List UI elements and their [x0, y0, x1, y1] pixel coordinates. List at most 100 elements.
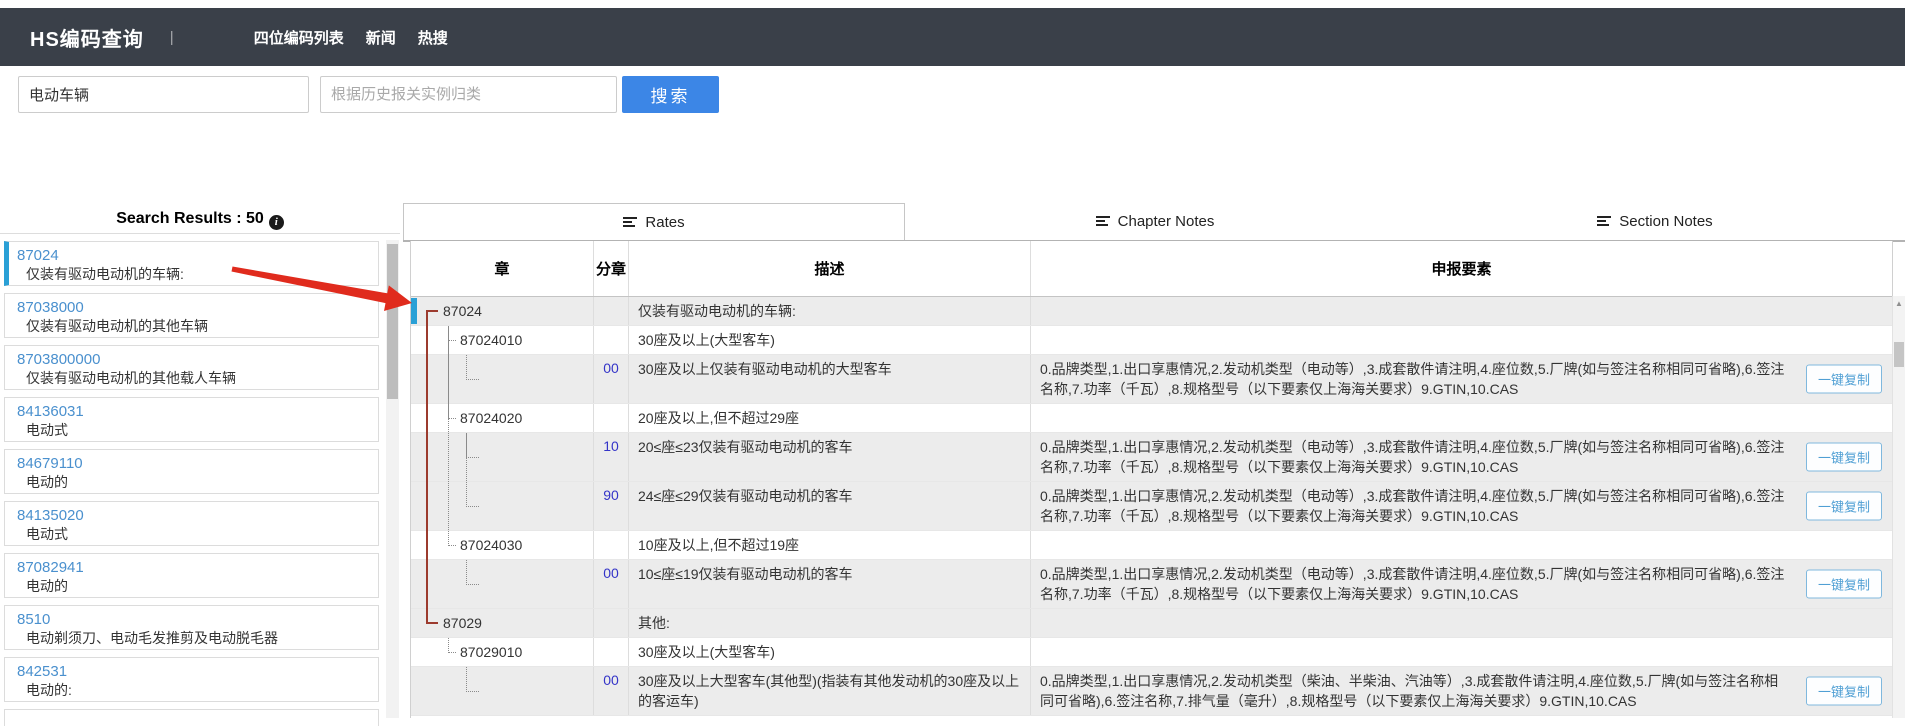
- description-cell: 30座及以上(大型客车): [629, 638, 1031, 666]
- result-code-link[interactable]: 84679110: [17, 454, 370, 473]
- result-description: 仅装有驱动电动机的车辆:: [26, 265, 370, 283]
- subchapter-code-link[interactable]: 00: [603, 360, 619, 403]
- chapter-cell: 87024030: [411, 531, 594, 559]
- nav-item-four-digit-list[interactable]: 四位编码列表: [254, 27, 344, 48]
- chapter-cell: [411, 433, 594, 481]
- description-cell: 20≤座≤23仅装有驱动电动机的客车: [629, 433, 1031, 481]
- subchapter-code-link[interactable]: 00: [603, 672, 619, 715]
- table-scrollbar[interactable]: ▲: [1892, 296, 1905, 718]
- declaration-elements-cell: [1031, 326, 1892, 354]
- scroll-up-icon[interactable]: ▲: [1893, 299, 1905, 308]
- result-code-link[interactable]: 87038000: [17, 298, 370, 317]
- description-cell: 其他:: [629, 609, 1031, 637]
- result-item[interactable]: 87024仅装有驱动电动机的车辆:: [4, 241, 379, 286]
- result-item[interactable]: 8510电动剃须刀、电动毛发推剪及电动脱毛器: [4, 605, 379, 650]
- hs-code: 87024020: [460, 410, 522, 426]
- subchapter-code-link[interactable]: 90: [603, 487, 619, 530]
- table-row[interactable]: 9024≤座≤29仅装有驱动电动机的客车0.品牌类型,1.出口享惠情况,2.发动…: [411, 482, 1892, 531]
- column-header-chapter: 章: [411, 241, 594, 296]
- result-item[interactable]: 87082941电动的: [4, 553, 379, 598]
- subchapter-cell: [594, 297, 629, 325]
- tab-rates[interactable]: Rates: [403, 203, 905, 240]
- subchapter-cell: [594, 326, 629, 354]
- keyword-search-input[interactable]: [18, 76, 309, 113]
- table-row[interactable]: 1020≤座≤23仅装有驱动电动机的客车0.品牌类型,1.出口享惠情况,2.发动…: [411, 433, 1892, 482]
- table-row[interactable]: 87029 其他:: [411, 609, 1892, 638]
- result-code-link[interactable]: 8510: [17, 610, 370, 629]
- copy-button[interactable]: 一键复制: [1806, 443, 1882, 472]
- result-item[interactable]: 84136031电动式: [4, 397, 379, 442]
- table-row[interactable]: 0030座及以上仅装有驱动电动机的大型客车0.品牌类型,1.出口享惠情况,2.发…: [411, 355, 1892, 404]
- section-notes-tab-icon: [1597, 216, 1611, 227]
- subchapter-code-link[interactable]: 10: [603, 438, 619, 481]
- rates-tab-icon: [623, 217, 637, 228]
- description-cell: 仅装有驱动电动机的车辆:: [629, 297, 1031, 325]
- table-row[interactable]: 87024010 30座及以上(大型客车): [411, 326, 1892, 355]
- declaration-elements-text: 0.品牌类型,1.出口享惠情况,2.发动机类型（电动等）,3.成套散件请注明,4…: [1040, 437, 1791, 477]
- nav-item-hot-search[interactable]: 热搜: [418, 27, 448, 48]
- copy-button[interactable]: 一键复制: [1806, 570, 1882, 599]
- tab-bar: Rates Chapter Notes Section Notes: [403, 203, 1905, 242]
- chapter-cell: 87029: [411, 609, 594, 637]
- sidebar-scrollbar-thumb[interactable]: [387, 244, 398, 399]
- tab-chapter-notes[interactable]: Chapter Notes: [905, 203, 1405, 240]
- result-item[interactable]: 84679110电动的: [4, 449, 379, 494]
- table-row[interactable]: 0030座及以上大型客车(其他型)(指装有其他发动机的30座及以上的客运车)0.…: [411, 667, 1892, 716]
- nav-item-news[interactable]: 新闻: [366, 27, 396, 48]
- table-row[interactable]: 8702403010座及以上,但不超过19座: [411, 531, 1892, 560]
- table-row[interactable]: 87024 仅装有驱动电动机的车辆:: [411, 297, 1892, 326]
- result-code-link[interactable]: 87024: [17, 246, 370, 265]
- result-item[interactable]: 8703800000仅装有驱动电动机的其他载人车辆: [4, 345, 379, 390]
- table-row[interactable]: 87029010 30座及以上(大型客车): [411, 638, 1892, 667]
- declaration-elements-cell: [1031, 404, 1892, 432]
- tree-connector-icon: [426, 622, 438, 624]
- subchapter-cell: [594, 404, 629, 432]
- result-code-link[interactable]: 8703800000: [17, 350, 370, 369]
- declaration-elements-cell: 0.品牌类型,1.出口享惠情况,2.发动机类型（电动等）,3.成套散件请注明,4…: [1031, 433, 1892, 481]
- subchapter-cell: 00: [594, 560, 629, 608]
- sidebar-scrollbar[interactable]: [386, 240, 399, 718]
- table-row[interactable]: 8702402020座及以上,但不超过29座: [411, 404, 1892, 433]
- tree-connector-icon: [448, 652, 456, 653]
- info-icon[interactable]: i: [269, 215, 284, 230]
- table-row[interactable]: 0010≤座≤19仅装有驱动电动机的客车0.品牌类型,1.出口享惠情况,2.发动…: [411, 560, 1892, 609]
- copy-button[interactable]: 一键复制: [1806, 677, 1882, 706]
- tab-label: Section Notes: [1619, 213, 1712, 230]
- subchapter-cell: 90: [594, 482, 629, 530]
- result-description: 电动的:: [26, 681, 370, 699]
- tab-label: Chapter Notes: [1118, 213, 1215, 230]
- search-button[interactable]: 搜索: [622, 76, 719, 113]
- subchapter-cell: [594, 531, 629, 559]
- description-cell: 30座及以上仅装有驱动电动机的大型客车: [629, 355, 1031, 403]
- declaration-elements-cell: [1031, 638, 1892, 666]
- tree-connector-icon: [466, 457, 479, 458]
- copy-button[interactable]: 一键复制: [1806, 365, 1882, 394]
- table-scrollbar-thumb[interactable]: [1894, 342, 1904, 367]
- result-item[interactable]: 87038000仅装有驱动电动机的其他车辆: [4, 293, 379, 338]
- result-code-link[interactable]: 842531: [17, 662, 370, 681]
- copy-button[interactable]: 一键复制: [1806, 492, 1882, 521]
- chapter-cell: 87024: [411, 297, 594, 325]
- subchapter-cell: 00: [594, 667, 629, 715]
- chapter-cell: 87024010: [411, 326, 594, 354]
- column-header-subchapter: 分章: [594, 241, 629, 296]
- tab-section-notes[interactable]: Section Notes: [1405, 203, 1905, 240]
- subchapter-cell: [594, 638, 629, 666]
- history-classify-input[interactable]: [320, 76, 617, 113]
- tree-connector-icon: [466, 379, 479, 380]
- chapter-cell: [411, 355, 594, 403]
- result-item[interactable]: 84135020电动式: [4, 501, 379, 546]
- result-code-link[interactable]: 87082941: [17, 558, 370, 577]
- tree-connector-icon: [466, 691, 479, 692]
- table-header: 章 分章 描述 申报要素: [411, 241, 1892, 297]
- subchapter-code-link[interactable]: 00: [603, 565, 619, 608]
- description-cell: 10≤座≤19仅装有驱动电动机的客车: [629, 560, 1031, 608]
- result-code-link[interactable]: 84135020: [17, 506, 370, 525]
- chapter-cell: [411, 482, 594, 530]
- table-body: 87024仅装有驱动电动机的车辆:8702401030座及以上(大型客车)003…: [411, 297, 1892, 718]
- result-code-link[interactable]: 84136031: [17, 402, 370, 421]
- chapter-cell: 87029010: [411, 638, 594, 666]
- description-cell: 30座及以上(大型客车): [629, 326, 1031, 354]
- app-logo[interactable]: HS编码查询: [30, 23, 144, 52]
- result-item[interactable]: 842531电动的:: [4, 657, 379, 702]
